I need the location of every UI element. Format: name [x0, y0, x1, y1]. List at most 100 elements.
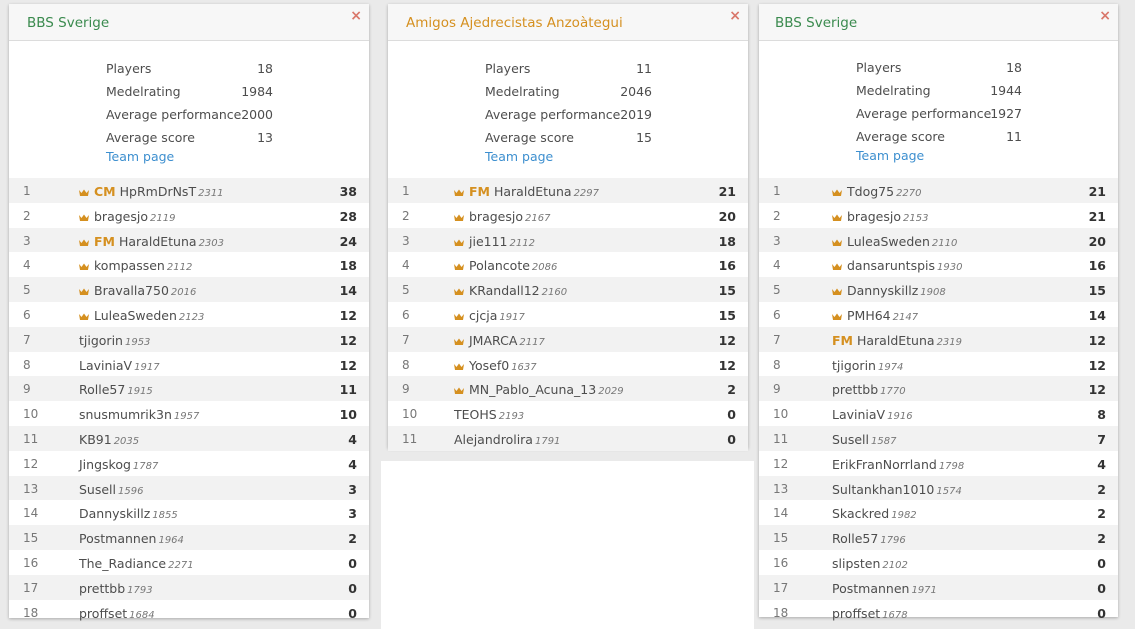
rank: 17	[23, 580, 39, 595]
player-row: 8 tjigorin 1974 12	[759, 352, 1118, 377]
player-link[interactable]: Skackred 1982	[832, 506, 917, 521]
player-row: 1 Tdog75 2270 21	[759, 178, 1118, 203]
close-icon[interactable]: ×	[1099, 8, 1111, 24]
player-link[interactable]: Susell 1596	[79, 482, 143, 497]
player-title-badge: FM	[832, 332, 853, 348]
player-score: 4	[348, 456, 357, 472]
player-link[interactable]: dansaruntspis 1930	[832, 258, 962, 273]
player-link[interactable]: prettbb 1770	[832, 382, 906, 397]
player-row: 7 JMARCA 2117 12	[388, 326, 748, 352]
player-link[interactable]: prettbb 1793	[79, 581, 153, 596]
player-score: 16	[1088, 258, 1106, 274]
close-icon[interactable]: ×	[729, 8, 741, 24]
player-row: 9 prettbb 1770 12	[759, 376, 1118, 402]
player-rating: 2117	[519, 336, 545, 348]
player-name: bragesjo	[847, 208, 901, 224]
player-link[interactable]: FM HaraldEtuna 2297	[454, 184, 599, 199]
team-page-link[interactable]: Team page	[106, 149, 174, 164]
player-link[interactable]: CM HpRmDrNsT 2311	[79, 184, 224, 199]
player-link[interactable]: tjigorin 1953	[79, 333, 150, 348]
player-name: Skackred	[832, 506, 890, 522]
rank: 2	[402, 208, 410, 223]
performance-value: 1927	[990, 106, 1022, 121]
player-link[interactable]: LuleaSweden 2110	[832, 234, 957, 249]
player-score: 24	[339, 233, 357, 249]
player-link[interactable]: MN_Pablo_Acuna_13 2029	[454, 382, 624, 397]
player-row: 6 PMH64 2147 14	[759, 302, 1118, 327]
player-score: 0	[348, 605, 357, 621]
rank: 14	[23, 506, 39, 521]
player-name: LaviniaV	[832, 407, 886, 423]
player-link[interactable]: Susell 1587	[832, 432, 896, 447]
player-link[interactable]: ErikFranNorrland 1798	[832, 457, 964, 472]
player-link[interactable]: jie111 2112	[454, 234, 535, 249]
player-link[interactable]: TEOHS 2193	[454, 407, 524, 422]
player-link[interactable]: KB91 2035	[79, 432, 139, 447]
player-link[interactable]: bragesjo 2153	[832, 209, 928, 224]
player-link[interactable]: Postmannen 1971	[832, 581, 937, 596]
performance-label: Average performance	[485, 107, 621, 122]
player-link[interactable]: Sultankhan1010 1574	[832, 482, 962, 497]
player-link[interactable]: kompassen 2112	[79, 258, 192, 273]
rank: 4	[23, 258, 31, 273]
player-link[interactable]: tjigorin 1974	[832, 358, 903, 373]
player-row: 4 Polancote 2086 16	[388, 252, 748, 277]
team-page-link[interactable]: Team page	[485, 149, 553, 164]
player-score: 12	[1088, 332, 1106, 348]
player-rating: 1798	[938, 460, 965, 472]
player-rating: 2110	[931, 237, 958, 249]
player-rating: 2123	[178, 311, 205, 323]
player-link[interactable]: JMARCA 2117	[454, 333, 545, 348]
rank: 10	[773, 407, 789, 422]
player-link[interactable]: Jingskog 1787	[79, 457, 158, 472]
rank: 8	[23, 357, 31, 372]
player-link[interactable]: Rolle57 1796	[832, 531, 906, 546]
player-score: 2	[727, 382, 736, 398]
player-link[interactable]: Polancote 2086	[454, 258, 557, 273]
player-link[interactable]: Bravalla750 2016	[79, 283, 196, 298]
crown-icon	[832, 288, 842, 296]
player-link[interactable]: LaviniaV 1917	[79, 358, 160, 373]
player-link[interactable]: proffset 1684	[79, 606, 155, 621]
player-name: HaraldEtuna	[493, 184, 572, 199]
player-score: 15	[718, 283, 736, 299]
team-title: BBS Sverige	[775, 15, 858, 31]
player-link[interactable]: Yosef0 1637	[454, 358, 537, 373]
player-link[interactable]: The_Radiance 2271	[79, 556, 194, 571]
player-link[interactable]: LaviniaV 1916	[832, 407, 913, 422]
player-link[interactable]: snusmumrik3n 1957	[79, 407, 199, 422]
player-score: 16	[718, 258, 736, 274]
player-link[interactable]: KRandall12 2160	[454, 283, 567, 298]
rank: 3	[23, 233, 31, 248]
crown-icon	[454, 214, 464, 221]
team-page-link[interactable]: Team page	[856, 148, 924, 163]
score-value: 11	[1006, 129, 1022, 144]
player-rating: 2193	[498, 411, 525, 423]
performance-value: 2000	[241, 107, 273, 122]
player-score: 12	[339, 307, 357, 323]
player-link[interactable]: Dannyskillz 1908	[832, 283, 946, 298]
player-link[interactable]: FM HaraldEtuna 2319	[832, 333, 962, 348]
close-icon[interactable]: ×	[350, 8, 362, 24]
player-name: bragesjo	[94, 208, 148, 224]
player-link[interactable]: proffset 1678	[832, 606, 908, 621]
player-link[interactable]: FM HaraldEtuna 2303	[79, 234, 224, 249]
player-link[interactable]: Alejandrolira 1791	[454, 432, 560, 447]
player-link[interactable]: cjcja 1917	[454, 308, 525, 323]
player-rating: 1908	[920, 287, 946, 299]
rank: 18	[23, 605, 39, 620]
player-row: 18 proffset 1678 0	[759, 600, 1118, 625]
player-link[interactable]: LuleaSweden 2123	[79, 308, 204, 323]
player-link[interactable]: Postmannen 1964	[79, 531, 184, 546]
player-link[interactable]: Dannyskillz 1855	[79, 506, 178, 521]
player-link[interactable]: Rolle57 1915	[79, 382, 153, 397]
player-link[interactable]: PMH64 2147	[832, 308, 918, 323]
team-panel: BBS Sverige × Players 18 Medelrating 194…	[759, 4, 1118, 621]
player-link[interactable]: slipsten 2102	[832, 556, 908, 571]
player-name: proffset	[832, 605, 881, 621]
player-link[interactable]: Tdog75 2270	[832, 184, 922, 199]
rank: 10	[402, 407, 418, 422]
player-link[interactable]: bragesjo 2167	[454, 209, 550, 224]
player-row: 5 KRandall12 2160 15	[388, 277, 748, 302]
player-link[interactable]: bragesjo 2119	[79, 209, 175, 224]
